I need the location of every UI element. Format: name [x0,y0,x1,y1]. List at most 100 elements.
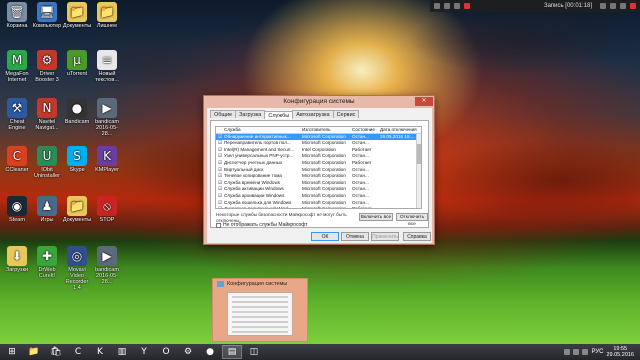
table-row[interactable]: ☑ Теневое копирование тома Microsoft Corpo… [216,173,421,180]
scrollbar-thumb[interactable] [417,144,421,164]
desktop-icon[interactable]: K KMPlayer [92,146,122,173]
table-row[interactable]: ☑ Служба времени Windows Microsoft Corpora… [216,180,421,187]
table-scrollbar[interactable] [416,134,421,208]
volume-icon[interactable] [582,349,589,355]
video-file-icon: ▶ [97,246,117,266]
network-icon[interactable] [573,349,580,355]
table-row[interactable]: ☑ Служба активации Windows Microsoft Corpo… [216,186,421,193]
desktop-icon[interactable]: ♟ Игры [32,196,62,223]
disable-all-button[interactable]: Отключить все [396,213,428,227]
desktop-icon[interactable]: N Navitel Navigat... [32,98,62,131]
desktop-icon[interactable]: S Skype [62,146,92,173]
ccleaner-taskbar-icon[interactable]: C [68,345,88,359]
msconfig-taskbar-icon[interactable]: ▤ [222,345,242,359]
service-checkbox[interactable]: ☑ [216,134,224,141]
service-checkbox[interactable]: ☑ [216,140,224,147]
tab-4[interactable]: Сервис [332,110,360,118]
table-row[interactable]: ☑ Служба кошелька для Windows Microsoft Co… [216,200,421,207]
service-checkbox[interactable]: ☑ [216,147,224,154]
desktop-icon[interactable]: 🗑 Корзина [2,2,32,29]
service-checkbox[interactable]: ☑ [216,200,224,207]
column-service[interactable]: Служба [224,127,302,133]
desktop-icon[interactable]: ≡ Новый текстов... [92,50,122,83]
tab-0[interactable]: Общие [210,110,237,118]
kmplayer-taskbar-icon[interactable]: K [90,345,110,359]
language-indicator[interactable]: РУС [591,349,603,355]
desktop-icon[interactable]: ● Bandicam [62,98,92,125]
tab-2[interactable]: Службы [264,111,294,119]
charts-icon[interactable]: ▥ [112,345,132,359]
service-checkbox[interactable]: ☑ [216,186,224,193]
service-checkbox[interactable]: ☑ [216,160,224,167]
yandex-browser-icon[interactable]: Y [134,345,154,359]
windows-start-icon[interactable]: ⊞ [2,345,22,359]
monitor-icon[interactable] [454,3,460,9]
hide-ms-services-row[interactable]: Не отображать службы Майкрософт [216,222,308,228]
bandicam-taskbar-icon[interactable]: ● [200,345,220,359]
column-date-disabled[interactable]: Дата отключения [380,127,418,133]
service-status: Остан... [352,153,369,159]
desktop-icon[interactable]: µ uTorrent [62,50,92,77]
clock[interactable]: 19:55 29.05.2016 [606,346,634,358]
network-taskbar-icon[interactable]: ◫ [244,345,264,359]
tray-arrow-icon[interactable] [564,349,571,355]
hide-ms-services-checkbox[interactable] [216,222,221,228]
table-row[interactable]: ☑ Диспетчер подключений Wind... Microsoft … [216,206,421,208]
driver-booster-taskbar-icon[interactable]: ⚙ [178,345,198,359]
desktop-icon[interactable]: ▶ bandicam 2016-05-28... [92,246,122,285]
apply-button[interactable]: Применить [371,232,399,241]
snapshot-icon[interactable] [610,3,616,9]
tab-1[interactable]: Загрузка [235,110,266,118]
desktop-icon[interactable]: ⚒ Cheat Engine [2,98,32,131]
ok-button[interactable]: ОК [311,232,339,241]
desktop-icon[interactable]: 📁 Документы [62,2,92,29]
desktop-icon[interactable]: ◉ Steam [2,196,32,223]
desktop-icon[interactable]: ⦸ STOP [92,196,122,223]
service-checkbox[interactable]: ☑ [216,153,224,160]
service-checkbox[interactable]: ☑ [216,173,224,180]
taskbar-preview[interactable]: Конфигурация системы [212,278,308,342]
desktop-icon[interactable]: M MegaFon Internet [2,50,32,83]
record-icon[interactable] [464,3,470,9]
file-explorer-icon[interactable]: 📁 [24,345,44,359]
enable-all-button[interactable]: Включить все [359,213,393,221]
service-status: Работает [352,159,372,165]
opera-icon[interactable]: O [156,345,176,359]
pause-icon[interactable] [600,3,606,9]
close-toolbar-icon[interactable] [630,3,636,9]
desktop-icon[interactable]: U IObit Uninstaller [32,146,62,179]
service-checkbox[interactable]: ☑ [216,206,224,208]
column-manufacturer[interactable]: Изготовитель [302,127,352,133]
cancel-button[interactable]: Отмена [341,232,369,241]
column-status[interactable]: Состояние [352,127,380,133]
home-icon[interactable] [434,3,440,9]
camera-icon[interactable] [444,3,450,9]
desktop-icon[interactable]: ⚙ Driver Booster 3 [32,50,62,83]
table-row[interactable]: ☑ Служба архивации Windows Microsoft Corpo… [216,193,421,200]
desktop-icon[interactable]: ✚ DrWeb CureIt! [32,246,62,279]
help-button[interactable]: Справка [403,232,431,241]
minimize-toolbar-icon[interactable] [620,3,626,9]
desktop-icon[interactable]: 🖥 Компьютер [32,2,62,29]
table-row[interactable]: ☑ Узел универсальных PNP-устр... Microsoft… [216,153,421,160]
table-row[interactable]: ☑ Диспетчер учетных данных Microsoft Corpo… [216,160,421,167]
close-icon[interactable]: ✕ [415,97,433,106]
table-row[interactable]: ☑ Обнаружение интерактивных... Microsoft C… [216,133,421,141]
service-checkbox[interactable]: ☑ [216,167,224,174]
service-name: Обнаружение интерактивных... [224,133,291,139]
service-checkbox[interactable]: ☑ [216,180,224,187]
store-icon[interactable]: 🛍 [46,345,66,359]
cheat-engine-icon: ⚒ [7,98,27,118]
desktop-icon[interactable]: ◎ Movavi Video Recorder 1.4 [62,246,92,291]
desktop-icon[interactable]: C CCleaner [2,146,32,173]
desktop-icon[interactable]: 📁 Документы [62,196,92,223]
tab-3[interactable]: Автозагрузка [292,110,334,118]
table-row[interactable]: ☑ Перенаправитель портов пол... Microsoft … [216,140,421,147]
window-titlebar[interactable]: Конфигурация системы ✕ [204,96,434,108]
desktop-icon[interactable]: ⬇ Загрузки [2,246,32,273]
table-row[interactable]: ☑ Виртуальный диск Microsoft Corporation Ос… [216,167,421,174]
desktop-icon[interactable]: 📁 Лишнее [92,2,122,29]
service-checkbox[interactable]: ☑ [216,193,224,200]
desktop-icon[interactable]: ▶ bandicam 2016-05-28... [92,98,122,137]
table-row[interactable]: ☑ Intel(R) Management and Securi... Intel … [216,147,421,154]
